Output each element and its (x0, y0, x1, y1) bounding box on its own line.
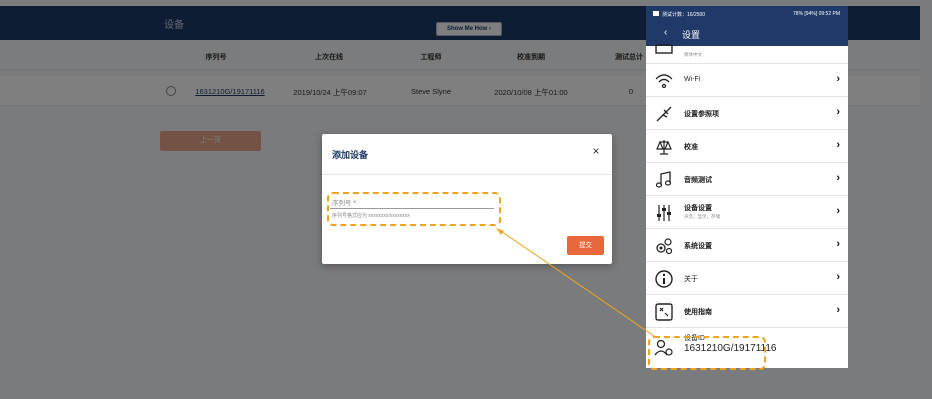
settings-item-device-settings[interactable]: 设备设置 声音，显示，存储 › (646, 196, 848, 229)
chevron-right-icon: › (836, 73, 840, 85)
sliders-icon (657, 205, 671, 221)
notification-icon (653, 11, 659, 16)
item-label: 使用指南 (684, 309, 712, 316)
music-icon (655, 171, 672, 188)
back-icon[interactable]: ‹ (664, 27, 667, 38)
status-bar: 测试计数：16/2500 78% [94%] 09:52 PM (646, 6, 848, 22)
chevron-right-icon: › (836, 271, 840, 283)
guide-icon (655, 303, 673, 321)
gears-icon (656, 238, 673, 255)
battery-time: 78% [94%] 09:52 PM (793, 11, 840, 17)
chevron-right-icon: › (836, 238, 840, 250)
chevron-right-icon: › (836, 304, 840, 316)
chevron-right-icon: › (836, 172, 840, 184)
item-label: 系统设置 (684, 243, 712, 250)
settings-item-audio-test[interactable]: 音频测试 › (646, 163, 848, 196)
probe-icon (656, 106, 672, 122)
settings-item-about[interactable]: 关于 › (646, 262, 848, 295)
highlight-box-device-id (648, 336, 766, 370)
language-icon (655, 44, 673, 54)
test-count: 测试计数：16/2500 (662, 12, 706, 18)
divider (322, 174, 612, 175)
settings-item-calibration[interactable]: 校准 › (646, 130, 848, 163)
highlight-box-serial (327, 192, 501, 226)
item-label: 设备设置 (684, 205, 712, 212)
chevron-right-icon: › (836, 139, 840, 151)
nav-title: 设置 (682, 30, 701, 40)
submit-button[interactable]: 提交 (567, 236, 604, 255)
item-label: 关于 (684, 276, 698, 283)
chevron-right-icon: › (836, 106, 840, 118)
item-sublabel: 声音，显示，存储 (684, 214, 720, 219)
close-icon[interactable]: × (590, 145, 602, 157)
dialog-title: 添加设备 (332, 151, 369, 161)
info-icon (655, 270, 673, 288)
item-label: 校准 (684, 144, 698, 151)
nav-bar: ‹ 设置 (646, 22, 848, 46)
scale-icon (656, 140, 672, 155)
chevron-right-icon: › (836, 205, 840, 217)
settings-item-user-guide[interactable]: 使用指南 › (646, 295, 848, 328)
settings-item-language[interactable]: 简体中文 (646, 44, 848, 64)
settings-item-reference[interactable]: 设置参照项 › (646, 97, 848, 130)
item-label: 设置参照项 (684, 111, 719, 118)
settings-item-system-settings[interactable]: 系统设置 › (646, 229, 848, 262)
item-label: Wi-Fi (684, 76, 701, 83)
wifi-icon (655, 74, 673, 89)
add-device-dialog: 添加设备 × 序列号 * 序列号格式应为 xxxxxxxx/xxxxxxxx 提… (322, 134, 612, 264)
settings-item-wifi[interactable]: Wi-Fi › (646, 64, 848, 97)
language-label: 简体中文 (684, 52, 702, 57)
phone-screen: 测试计数：16/2500 78% [94%] 09:52 PM ‹ 设置 简体中… (646, 6, 848, 368)
item-label: 音频测试 (684, 177, 712, 184)
